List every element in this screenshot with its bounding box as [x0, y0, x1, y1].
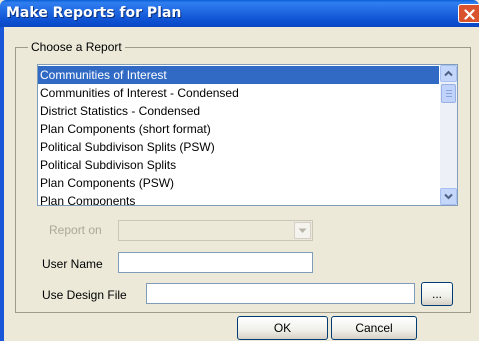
list-scrollbar[interactable] — [440, 65, 457, 205]
list-item[interactable]: Communities of Interest - Condensed — [38, 84, 439, 102]
close-icon — [464, 9, 475, 20]
chevron-down-icon — [298, 228, 307, 233]
list-item[interactable]: Plan Components (short format) — [38, 120, 439, 138]
list-item[interactable]: Plan Components — [38, 192, 439, 205]
report-list-items: Communities of Interest Communities of I… — [38, 66, 439, 205]
list-item[interactable]: Communities of Interest — [38, 66, 439, 84]
list-item[interactable]: Plan Components (PSW) — [38, 174, 439, 192]
user-name-label: User Name — [42, 257, 103, 271]
list-item[interactable]: Political Subdivison Splits — [38, 156, 439, 174]
report-on-select[interactable] — [118, 220, 313, 241]
report-listbox[interactable]: Communities of Interest Communities of I… — [37, 64, 458, 206]
scroll-down-button[interactable] — [440, 188, 457, 205]
report-on-label: Report on — [49, 223, 102, 237]
make-reports-dialog: Make Reports for Plan Choose a Report Co… — [0, 0, 479, 341]
browse-button[interactable]: ... — [421, 282, 453, 306]
close-button[interactable] — [458, 4, 479, 23]
report-on-dropdown-button[interactable] — [294, 222, 311, 239]
chevron-up-icon — [444, 70, 453, 77]
design-file-input[interactable] — [146, 283, 415, 304]
list-item[interactable]: Political Subdivison Splits (PSW) — [38, 138, 439, 156]
list-item[interactable]: District Statistics - Condensed — [38, 102, 439, 120]
user-name-input[interactable] — [118, 252, 313, 273]
group-legend: Choose a Report — [31, 40, 122, 54]
ok-button[interactable]: OK — [237, 316, 328, 340]
title-bar[interactable]: Make Reports for Plan — [0, 0, 479, 27]
cancel-button[interactable]: Cancel — [331, 316, 417, 340]
scroll-up-button[interactable] — [440, 65, 457, 82]
window-left-border — [0, 27, 4, 341]
design-file-label: Use Design File — [42, 288, 127, 302]
scroll-thumb[interactable] — [441, 84, 456, 103]
window-title: Make Reports for Plan — [6, 5, 182, 21]
chevron-down-icon — [444, 193, 453, 200]
